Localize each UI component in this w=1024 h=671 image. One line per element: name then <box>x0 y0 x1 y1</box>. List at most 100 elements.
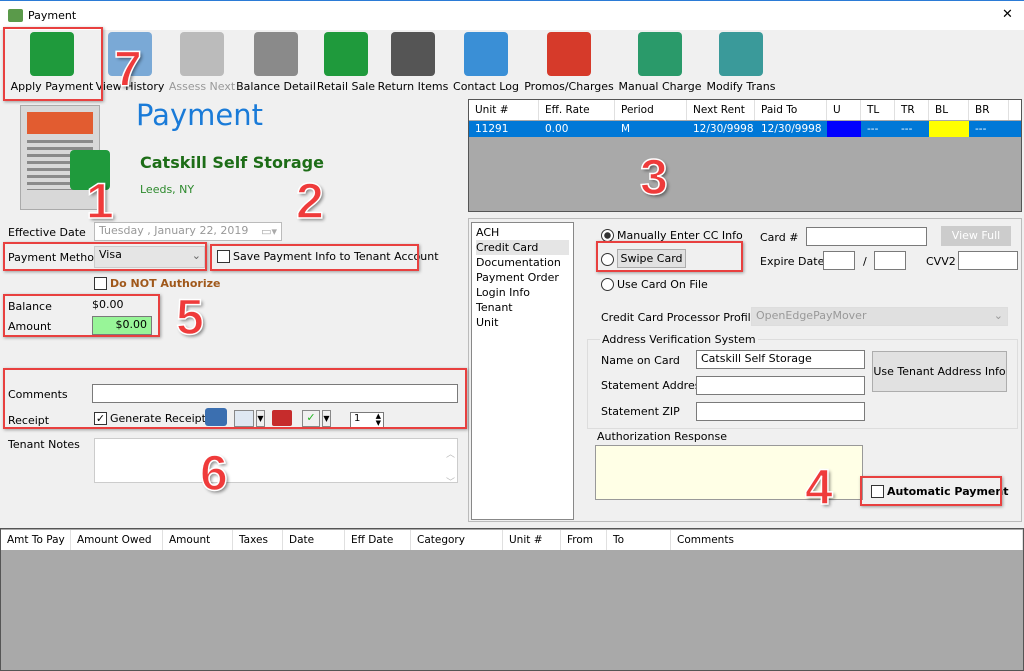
title-bar: Payment ✕ <box>0 0 1024 30</box>
toolbar-promos-charges-button[interactable]: Promos/Charges <box>524 32 614 93</box>
column-header[interactable]: Date <box>283 530 345 550</box>
barcode-return-icon <box>391 32 435 76</box>
annotation-7: 7 <box>113 41 142 97</box>
expire-month-input[interactable] <box>823 251 855 270</box>
column-header[interactable]: Amt To Pay <box>1 530 71 550</box>
payment-type-item[interactable]: Payment Order <box>476 270 569 285</box>
column-header[interactable]: BR <box>969 100 1009 120</box>
toolbar-manual-charge-button[interactable]: Manual Charge <box>615 32 705 93</box>
cash-register-icon <box>324 32 368 76</box>
statement-zip-label: Statement ZIP <box>601 405 680 418</box>
cvv-label: CVV2 <box>926 255 956 268</box>
page-title: Payment <box>136 98 263 132</box>
processor-profile-label: Credit Card Processor Profile <box>601 311 758 324</box>
table-cell: --- <box>975 123 987 135</box>
table-cell: 12/30/9998 <box>693 123 754 135</box>
balance-detail-icon <box>254 32 298 76</box>
assess-next-icon <box>180 32 224 76</box>
annotation-box-automatic <box>860 476 1002 506</box>
processor-value: OpenEdgePayMover <box>756 309 867 322</box>
expire-year-input[interactable] <box>874 251 906 270</box>
column-header[interactable]: Amount <box>163 530 233 550</box>
window-title: Payment <box>28 9 77 22</box>
tenant-notes-textarea[interactable]: ︿ ﹀ <box>94 438 458 488</box>
annotation-1: 1 <box>85 173 114 229</box>
annotation-2: 2 <box>295 173 324 229</box>
statement-address-input[interactable] <box>696 376 865 395</box>
toolbar-modify-trans-button[interactable]: Modify Trans <box>696 32 786 93</box>
do-not-authorize-checkbox[interactable] <box>94 277 107 290</box>
authorization-response-label: Authorization Response <box>597 430 728 443</box>
column-header[interactable]: Amount Owed <box>71 530 163 550</box>
view-full-button[interactable]: View Full <box>941 226 1011 246</box>
column-header[interactable]: From <box>561 530 607 550</box>
column-header[interactable]: Comments <box>671 530 1023 550</box>
card-on-file-radio[interactable] <box>601 278 614 291</box>
manual-charge-icon <box>638 32 682 76</box>
name-on-card-label: Name on Card <box>601 354 680 367</box>
chevron-down-icon: ⌄ <box>993 309 1003 322</box>
annotation-box-save-info <box>210 244 419 271</box>
charges-grid-header: Amt To Pay Amount Owed Amount Taxes Date Eff … <box>1 530 1023 550</box>
table-cell: 11291 <box>475 123 509 135</box>
annotation-box-apply-payment <box>3 27 103 101</box>
column-header[interactable]: Unit # <box>469 100 539 120</box>
statement-zip-input[interactable] <box>696 402 865 421</box>
contact-log-icon <box>464 32 508 76</box>
payment-type-list: ACH Credit Card Documentation Payment Order… <box>471 222 574 520</box>
toolbar-contact-log-button[interactable]: Contact Log <box>441 32 531 93</box>
effective-date-picker[interactable]: Tuesday , January 22, 2019 ▭▾ <box>94 222 282 241</box>
payment-type-item[interactable]: Documentation <box>476 255 569 270</box>
annotation-3: 3 <box>639 149 668 205</box>
annotation-box-comments <box>3 368 467 429</box>
payment-type-item[interactable]: Unit <box>476 315 569 330</box>
column-header[interactable]: Unit # <box>503 530 561 550</box>
calendar-icon[interactable]: ▭▾ <box>261 225 277 238</box>
column-header[interactable]: To <box>607 530 671 550</box>
annotation-4: 4 <box>804 459 833 515</box>
table-cell: --- <box>901 123 913 135</box>
company-name: Catskill Self Storage <box>140 153 324 172</box>
column-header[interactable]: Eff. Rate <box>539 100 615 120</box>
scrollbar[interactable]: ︿ ﹀ <box>446 441 455 497</box>
toolbar-label: Modify Trans <box>706 80 776 93</box>
card-number-input[interactable] <box>806 227 927 246</box>
column-header[interactable]: Taxes <box>233 530 283 550</box>
column-header[interactable]: Eff Date <box>345 530 411 550</box>
table-cell: 0.00 <box>545 123 569 135</box>
toolbar-label: Contact Log <box>453 80 519 93</box>
table-cell: M <box>621 123 631 135</box>
column-header[interactable]: Paid To <box>755 100 827 120</box>
annotation-box-balance <box>3 294 160 337</box>
statement-address-label: Statement Address <box>601 379 707 392</box>
promos-charges-icon <box>547 32 591 76</box>
column-header[interactable]: TR <box>895 100 929 120</box>
close-button[interactable]: ✕ <box>1002 7 1013 22</box>
expire-date-label: Expire Date <box>760 255 825 268</box>
column-header[interactable]: Category <box>411 530 503 550</box>
app-icon <box>8 9 23 22</box>
column-header[interactable]: U <box>827 100 861 120</box>
processor-profile-select[interactable]: OpenEdgePayMover ⌄ <box>751 307 1008 326</box>
name-on-card-input[interactable]: Catskill Self Storage <box>696 350 865 369</box>
use-tenant-address-button[interactable]: Use Tenant Address Info <box>872 351 1007 392</box>
column-header[interactable]: TL <box>861 100 895 120</box>
table-cell: --- <box>867 123 879 135</box>
table-row[interactable]: 11291 0.00 M 12/30/9998 12/30/9998 --- --- --- <box>469 121 1021 137</box>
effective-date-label: Effective Date <box>8 226 86 239</box>
toolbar-label: Promos/Charges <box>524 80 614 93</box>
payment-type-item[interactable]: Credit Card <box>476 240 569 255</box>
payment-type-item[interactable]: ACH <box>476 225 569 240</box>
annotation-box-payment-method <box>3 242 207 271</box>
card-number-label: Card # <box>760 231 799 244</box>
column-header[interactable]: BL <box>929 100 969 120</box>
column-header[interactable]: Next Rent <box>687 100 755 120</box>
column-header[interactable]: Period <box>615 100 687 120</box>
units-grid: Unit # Eff. Rate Period Next Rent Paid To U TL… <box>468 99 1022 212</box>
payment-type-item[interactable]: Login Info <box>476 285 569 300</box>
annotation-5: 5 <box>175 289 204 345</box>
cvv-input[interactable] <box>958 251 1018 270</box>
charges-grid: Amt To Pay Amount Owed Amount Taxes Date Eff … <box>0 528 1024 671</box>
expire-slash: / <box>863 255 867 268</box>
payment-type-item[interactable]: Tenant <box>476 300 569 315</box>
